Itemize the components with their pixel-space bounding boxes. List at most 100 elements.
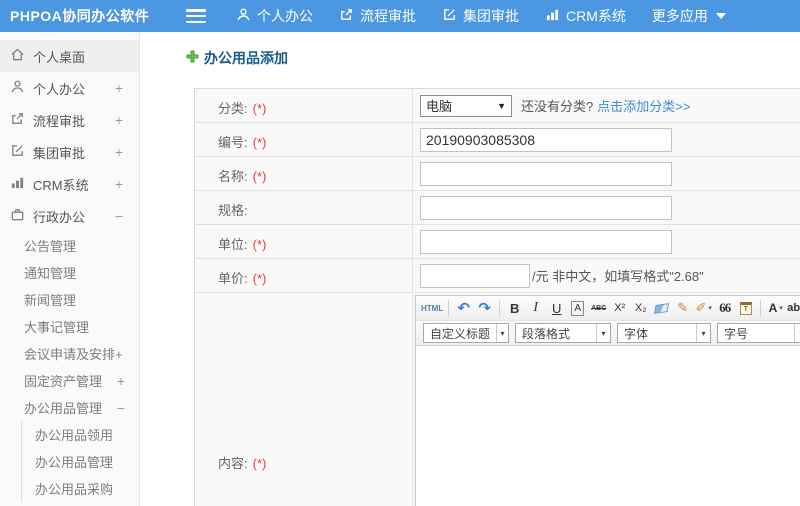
required-mark: (*)	[252, 101, 267, 116]
eraser-button[interactable]	[652, 298, 671, 319]
nav-label: 个人办公	[257, 8, 313, 24]
expand-icon[interactable]: +	[115, 112, 123, 128]
html-source-button[interactable]: HTML	[421, 298, 443, 319]
field-label: 单位: (*)	[195, 225, 413, 258]
sidebar-item-label: 通知管理	[24, 266, 77, 281]
paste-button[interactable]: T	[736, 298, 755, 319]
unit-input[interactable]	[420, 229, 672, 254]
caret-down-icon	[715, 13, 726, 19]
eraser-icon	[654, 302, 670, 314]
nav-workflow-approval[interactable]: 流程审批	[339, 6, 416, 26]
sidebar-item-fixed-assets-mgmt[interactable]: 固定资产管理 +	[0, 367, 139, 394]
form-row-name: 名称: (*)	[195, 157, 800, 191]
price-input[interactable]	[420, 263, 530, 288]
sidebar-item-label: 公告管理	[24, 239, 77, 254]
page-title: 办公用品添加	[186, 48, 800, 68]
highlight-button[interactable]: ab✎▾	[787, 298, 800, 319]
editor-content-area[interactable]	[416, 346, 800, 506]
sidebar-item-meeting-request[interactable]: 会议申请及安排+	[0, 340, 139, 367]
bar-chart-icon	[10, 175, 33, 193]
sidebar-item-memorabilia-mgmt[interactable]: 大事记管理	[0, 313, 139, 340]
sidebar-item-group-approval[interactable]: 集团审批 +	[0, 136, 139, 168]
superscript-button[interactable]: X²	[610, 298, 629, 319]
sidebar-item-crm[interactable]: CRM系统 +	[0, 168, 139, 200]
sidebar-item-admin-office[interactable]: 行政办公 −	[0, 200, 139, 232]
font-border-button[interactable]: A	[568, 298, 587, 319]
nav-group-approval[interactable]: 集团审批	[442, 6, 519, 26]
caret-down-icon: ▾	[496, 324, 508, 342]
main-content: 办公用品添加 分类: (*) 电脑 ▼ 还没有分类? 点击添加分类>> 编号: (*…	[140, 32, 800, 506]
nav-label: 更多应用	[651, 8, 708, 24]
nav-more-apps[interactable]: 更多应用	[652, 6, 726, 26]
sidebar-item-personal-desktop[interactable]: 个人桌面	[0, 40, 139, 72]
expand-icon[interactable]: +	[115, 80, 123, 96]
app-logo: PHPOA协同办公软件	[10, 8, 150, 24]
italic-button[interactable]: I	[526, 298, 545, 319]
subscript-button[interactable]: X₂	[631, 298, 650, 319]
name-input[interactable]	[420, 161, 672, 186]
workflow-icon	[10, 111, 33, 129]
blockquote-button[interactable]: 66	[715, 298, 734, 319]
undo-button[interactable]: ↶	[454, 298, 473, 319]
spec-input[interactable]	[420, 195, 672, 220]
sidebar-item-office-supplies-mgmt[interactable]: 办公用品管理 −	[0, 394, 139, 421]
sidebar-item-news-mgmt[interactable]: 新闻管理	[0, 286, 139, 313]
form-row-code: 编号: (*)	[195, 123, 800, 157]
price-format-hint: /元 非中文，如填写格式"2.68"	[532, 269, 704, 284]
add-category-link[interactable]: 点击添加分类>>	[597, 96, 690, 115]
paste-icon: T	[739, 301, 752, 315]
sidebar-item-office-supplies-receive[interactable]: 办公用品领用	[21, 421, 139, 448]
nav-personal-office[interactable]: 个人办公	[236, 6, 313, 26]
expand-icon[interactable]: +	[115, 176, 123, 192]
caret-down-icon: ▾	[794, 324, 800, 342]
nav-crm[interactable]: CRM系统	[545, 6, 626, 26]
category-hint: 还没有分类?	[521, 99, 594, 114]
field-label: 单价: (*)	[195, 259, 413, 292]
sidebar-item-label: 集团审批	[33, 145, 86, 161]
topbar: PHPOA协同办公软件 个人办公 流程审批 集团审批 CRM系统 更多应用	[0, 0, 800, 32]
code-input[interactable]	[420, 127, 672, 152]
home-icon	[10, 47, 33, 65]
briefcase-icon	[10, 207, 33, 225]
paragraph-format-select[interactable]: 段落格式 ▾	[515, 323, 611, 343]
font-family-select[interactable]: 字体 ▾	[617, 323, 711, 343]
sidebar-item-label: 办公用品采购	[35, 482, 114, 497]
bar-chart-icon	[545, 7, 566, 25]
form-row-price: 单价: (*) /元 非中文，如填写格式"2.68"	[195, 259, 800, 293]
page-title-text: 办公用品添加	[204, 50, 288, 66]
sidebar-item-label: 流程审批	[33, 113, 86, 129]
sidebar-item-label: 个人桌面	[33, 49, 86, 65]
format-painter-button[interactable]: ✎	[673, 298, 692, 319]
sidebar-item-personal-office[interactable]: 个人办公 +	[0, 72, 139, 104]
font-color-button[interactable]: A ▾	[766, 298, 785, 319]
sidebar-item-label: CRM系统	[33, 177, 89, 193]
custom-title-select[interactable]: 自定义标题 ▾	[423, 323, 509, 343]
underline-button[interactable]: U	[547, 298, 566, 319]
sidebar-item-workflow-approval[interactable]: 流程审批 +	[0, 104, 139, 136]
sidebar-item-announcement-mgmt[interactable]: 公告管理	[0, 232, 139, 259]
sidebar-item-label: 会议申请及安排+	[24, 347, 123, 362]
sidebar-item-label: 固定资产管理	[24, 374, 103, 389]
menu-toggle-button[interactable]	[186, 9, 206, 23]
field-label: 内容: (*)	[195, 293, 413, 506]
sidebar: 个人桌面 个人办公 + 流程审批 + 集团审批 + CRM系统 + 行政办公 −…	[0, 32, 140, 506]
sidebar-item-label: 行政办公	[33, 209, 86, 225]
strikethrough-button[interactable]: ABC	[589, 298, 608, 319]
auto-typeset-button[interactable]: ✐ ▾	[694, 298, 713, 319]
sidebar-item-notice-mgmt[interactable]: 通知管理	[0, 259, 139, 286]
sidebar-item-office-supplies-purchase[interactable]: 办公用品采购	[21, 475, 139, 502]
collapse-icon[interactable]: −	[115, 208, 123, 224]
sidebar-item-office-supplies-manage[interactable]: 办公用品管理	[21, 448, 139, 475]
redo-button[interactable]: ↷	[475, 298, 494, 319]
field-label: 编号: (*)	[195, 123, 413, 156]
font-size-select[interactable]: 字号 ▾	[717, 323, 800, 343]
collapse-icon[interactable]: −	[117, 400, 125, 416]
sidebar-item-label: 新闻管理	[24, 293, 77, 308]
topbar-nav: 个人办公 流程审批 集团审批 CRM系统 更多应用	[236, 6, 752, 26]
expand-icon[interactable]: +	[115, 144, 123, 160]
expand-icon[interactable]: +	[117, 373, 125, 389]
category-select[interactable]: 电脑 ▼	[420, 94, 512, 117]
bold-button[interactable]: B	[505, 298, 524, 319]
sidebar-item-label: 大事记管理	[24, 320, 90, 335]
edit-square-icon	[442, 7, 463, 25]
